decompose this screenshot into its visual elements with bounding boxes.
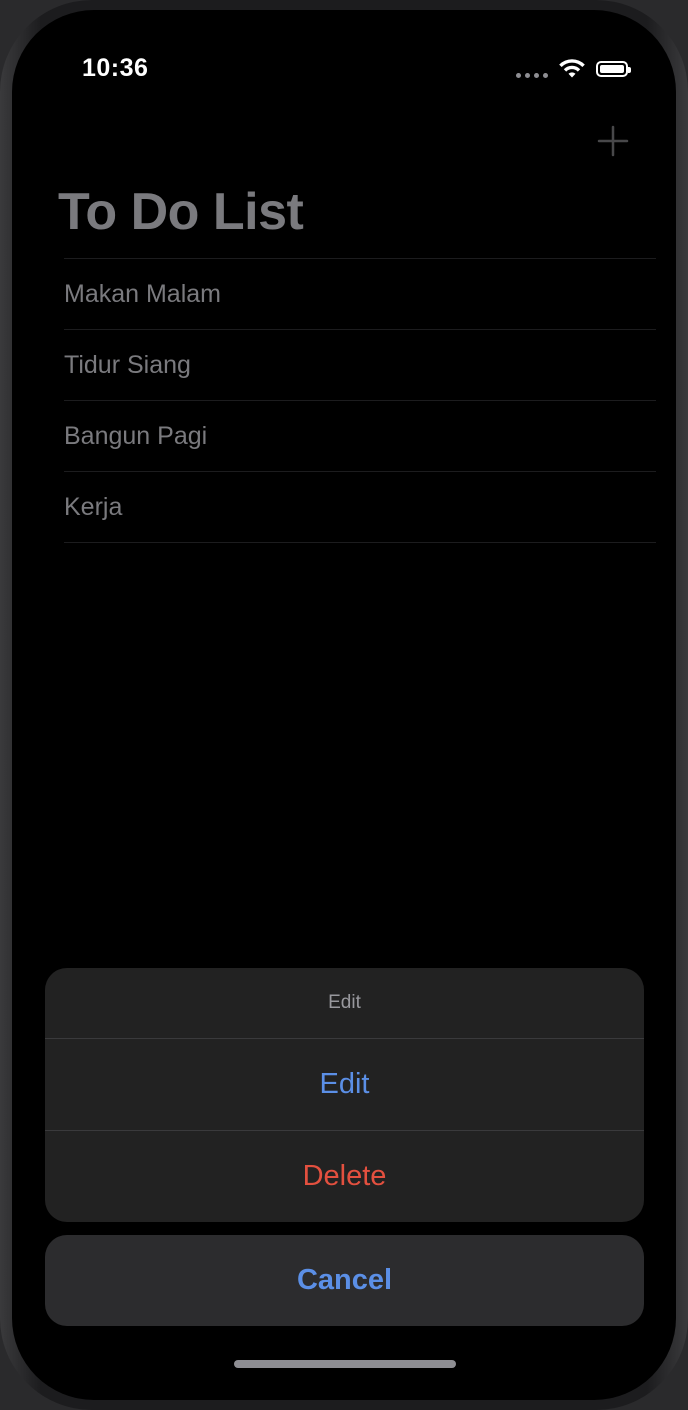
status-icons (516, 58, 631, 80)
battery-level (600, 65, 624, 73)
list-item[interactable]: Makan Malam (64, 259, 656, 330)
edit-button[interactable]: Edit (45, 1039, 644, 1131)
wifi-icon (559, 59, 585, 78)
battery-icon (596, 61, 631, 77)
screen: 10:36 To Do List Makan Malam Tidur Siang… (12, 10, 676, 1400)
home-indicator[interactable] (234, 1360, 456, 1368)
cancel-button[interactable]: Cancel (45, 1235, 644, 1326)
status-time: 10:36 (82, 54, 149, 82)
list-item[interactable]: Tidur Siang (64, 330, 656, 401)
list-item[interactable]: Kerja (64, 472, 656, 543)
action-sheet-title: Edit (45, 968, 644, 1039)
plus-icon (597, 125, 629, 157)
signal-dots-icon (516, 58, 548, 80)
add-button[interactable] (594, 122, 632, 160)
action-sheet: Edit Edit Delete (45, 968, 644, 1222)
page-title: To Do List (58, 183, 304, 241)
device-frame: 10:36 To Do List Makan Malam Tidur Siang… (0, 0, 688, 1410)
todo-list: Makan Malam Tidur Siang Bangun Pagi Kerj… (64, 258, 656, 543)
delete-button[interactable]: Delete (45, 1131, 644, 1222)
list-item[interactable]: Bangun Pagi (64, 401, 656, 472)
